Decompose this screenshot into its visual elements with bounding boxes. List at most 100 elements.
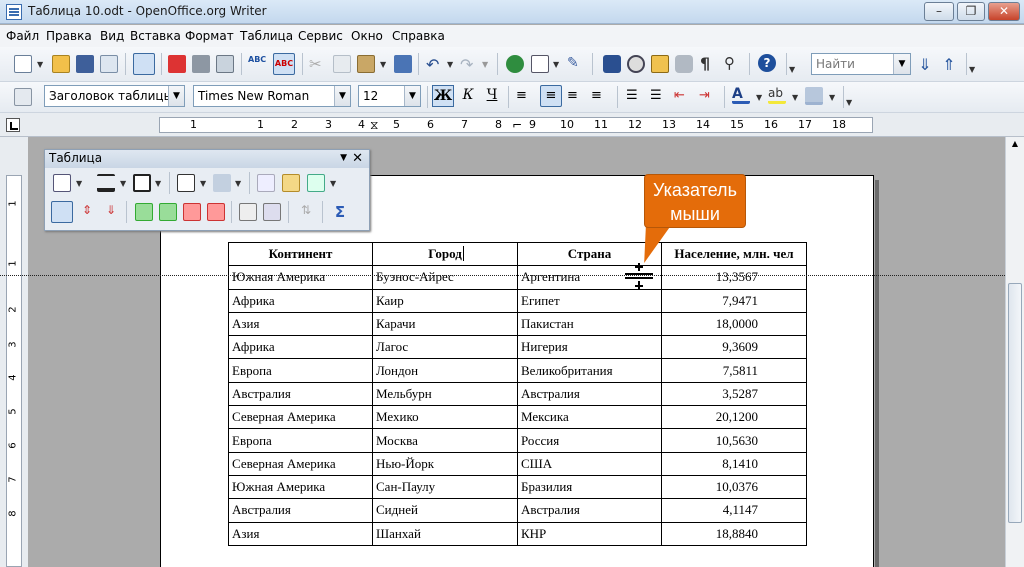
table-cell[interactable]: 20,1200 <box>661 405 807 430</box>
align-right-icon[interactable]: ≡ <box>567 88 585 106</box>
table-cell[interactable]: Бразилия <box>517 474 662 500</box>
table-cell[interactable]: Мексика <box>517 405 662 430</box>
table-cell[interactable]: Каир <box>372 288 518 313</box>
table-cell[interactable]: США <box>517 451 662 476</box>
table-cell[interactable]: 13,3567 <box>661 265 807 290</box>
table-cell[interactable]: Европа <box>228 428 373 453</box>
delete-column-icon[interactable] <box>207 203 225 221</box>
table-header-cell[interactable]: Континент <box>228 241 373 267</box>
indent-marker-icon[interactable]: ⧖ <box>370 118 378 133</box>
table-cell[interactable]: Россия <box>517 428 662 453</box>
table-cell[interactable]: 7,9471 <box>661 288 807 313</box>
table-cell[interactable]: КНР <box>517 521 662 546</box>
font-size-select[interactable]: 12 ▼ <box>358 85 421 107</box>
justify-icon[interactable]: ≡ <box>591 88 609 106</box>
sum-icon[interactable]: Σ <box>331 203 349 221</box>
table-background-dropdown-icon[interactable]: ▼ <box>235 179 241 188</box>
table-cell[interactable]: Африка <box>228 335 373 360</box>
merge-cells-icon[interactable] <box>257 174 275 192</box>
vertical-scrollbar[interactable]: ▲ <box>1005 137 1024 567</box>
delete-row-icon[interactable] <box>183 203 201 221</box>
autoformat-icon[interactable] <box>239 203 257 221</box>
find-next-icon[interactable]: ⇓ <box>916 55 934 74</box>
hyperlink-icon[interactable] <box>506 55 524 73</box>
paste-icon[interactable] <box>357 55 375 73</box>
table-cell[interactable]: Карачи <box>372 311 518 337</box>
copy-icon[interactable] <box>333 55 351 73</box>
table-floating-toolbar[interactable]: Таблица ▼ ✕ ▼ ▼ ▼ ▼ ▼ ▼ ⇕ ⇓ ⇅ Σ <box>44 149 370 231</box>
clone-formatting-icon[interactable] <box>394 55 412 73</box>
borders-dropdown-icon[interactable]: ▼ <box>200 179 206 188</box>
table-header-cell[interactable]: Город <box>372 241 518 267</box>
styles-formatting-icon[interactable] <box>14 88 32 106</box>
export-pdf-icon[interactable] <box>168 55 186 73</box>
open-folder-icon[interactable] <box>52 55 70 73</box>
table-cell[interactable]: Мехико <box>372 405 518 430</box>
toolbar-close-icon[interactable]: ✕ <box>352 150 363 167</box>
find-previous-icon[interactable]: ⇑ <box>940 55 958 74</box>
print-icon[interactable] <box>192 55 210 73</box>
numbering-icon[interactable]: ☰ <box>626 88 644 106</box>
table-cell[interactable]: Москва <box>372 428 518 453</box>
increase-indent-icon[interactable]: ⇥ <box>699 88 717 106</box>
writer-app-icon[interactable] <box>6 4 22 20</box>
horizontal-ruler[interactable]: 1 1 2 3 4 5 6 7 8 9 10 11 12 13 14 15 16… <box>159 117 873 133</box>
table-cell[interactable]: Мельбурн <box>372 381 518 407</box>
save-icon[interactable] <box>76 55 94 73</box>
insert-row-icon[interactable] <box>135 203 153 221</box>
undo-dropdown-icon[interactable]: ▼ <box>447 60 453 69</box>
line-style-dropdown-icon[interactable]: ▼ <box>120 179 126 188</box>
table-cell[interactable]: 10,5630 <box>661 428 807 453</box>
menu-window[interactable]: Окно <box>351 29 383 43</box>
scrollbar-thumb[interactable] <box>1008 283 1022 523</box>
table-cell[interactable]: 7,5811 <box>661 358 807 383</box>
show-draw-functions-icon[interactable]: ✎ <box>567 55 585 73</box>
align-center-icon[interactable]: ≡ <box>540 85 562 107</box>
line-style-icon[interactable] <box>97 174 115 192</box>
table-cell[interactable]: Сидней <box>372 498 518 523</box>
underline-button[interactable]: Ч <box>481 85 503 107</box>
highlight-dropdown-icon[interactable]: ▼ <box>792 93 798 102</box>
navigator-icon[interactable] <box>627 55 645 73</box>
insert-table-dropdown-icon[interactable]: ▼ <box>76 179 82 188</box>
table-cell[interactable]: Австралия <box>517 381 662 407</box>
align-top-icon[interactable] <box>51 201 73 223</box>
table-cell[interactable]: Египет <box>517 288 662 313</box>
table-cell[interactable]: 18,0000 <box>661 311 807 337</box>
help-icon[interactable]: ? <box>758 54 776 72</box>
font-name-select[interactable]: Times New Roman ▼ <box>193 85 351 107</box>
insert-table-icon[interactable] <box>531 55 549 73</box>
table-cell[interactable]: Азия <box>228 521 373 546</box>
table-cell[interactable]: Великобритания <box>517 358 662 383</box>
optimize-dropdown-icon[interactable]: ▼ <box>330 179 336 188</box>
table-properties-icon[interactable] <box>263 203 281 221</box>
highlight-icon[interactable]: ab <box>768 86 786 104</box>
table-cell[interactable]: Австралия <box>517 498 662 523</box>
format-toolbar-options-icon[interactable]: ▼ <box>846 98 852 107</box>
table-background-color-icon[interactable] <box>213 174 231 192</box>
table-cell[interactable]: Пакистан <box>517 311 662 337</box>
menu-view[interactable]: Вид <box>100 29 124 43</box>
cut-icon[interactable]: ✂ <box>309 55 327 73</box>
align-bottom-icon[interactable]: ⇓ <box>102 203 120 221</box>
spellcheck-icon[interactable]: ABC <box>248 55 266 73</box>
table-dropdown-icon[interactable]: ▼ <box>553 60 559 69</box>
table-cell[interactable]: 3,5287 <box>661 381 807 407</box>
new-dropdown-icon[interactable]: ▼ <box>37 60 43 69</box>
italic-button[interactable]: К <box>457 85 479 107</box>
email-icon[interactable] <box>100 55 118 73</box>
background-color-dropdown-icon[interactable]: ▼ <box>829 93 835 102</box>
menu-insert[interactable]: Вставка <box>130 29 181 43</box>
table-toolbar-header[interactable]: Таблица ▼ ✕ <box>45 150 369 168</box>
menu-tools[interactable]: Сервис <box>298 29 343 43</box>
table-cell[interactable]: Нью-Йорк <box>372 451 518 476</box>
table-cell[interactable]: Южная Америка <box>228 474 373 500</box>
menu-edit[interactable]: Правка <box>46 29 92 43</box>
insert-table-icon[interactable] <box>53 174 71 192</box>
tab-stop-icon[interactable]: ⌐ <box>512 118 522 132</box>
redo-dropdown-icon[interactable]: ▼ <box>482 60 488 69</box>
table-cell[interactable]: 9,3609 <box>661 335 807 360</box>
font-color-icon[interactable]: A <box>732 86 750 104</box>
nonprinting-characters-icon[interactable]: ¶ <box>700 54 718 73</box>
gallery-icon[interactable] <box>651 55 669 73</box>
